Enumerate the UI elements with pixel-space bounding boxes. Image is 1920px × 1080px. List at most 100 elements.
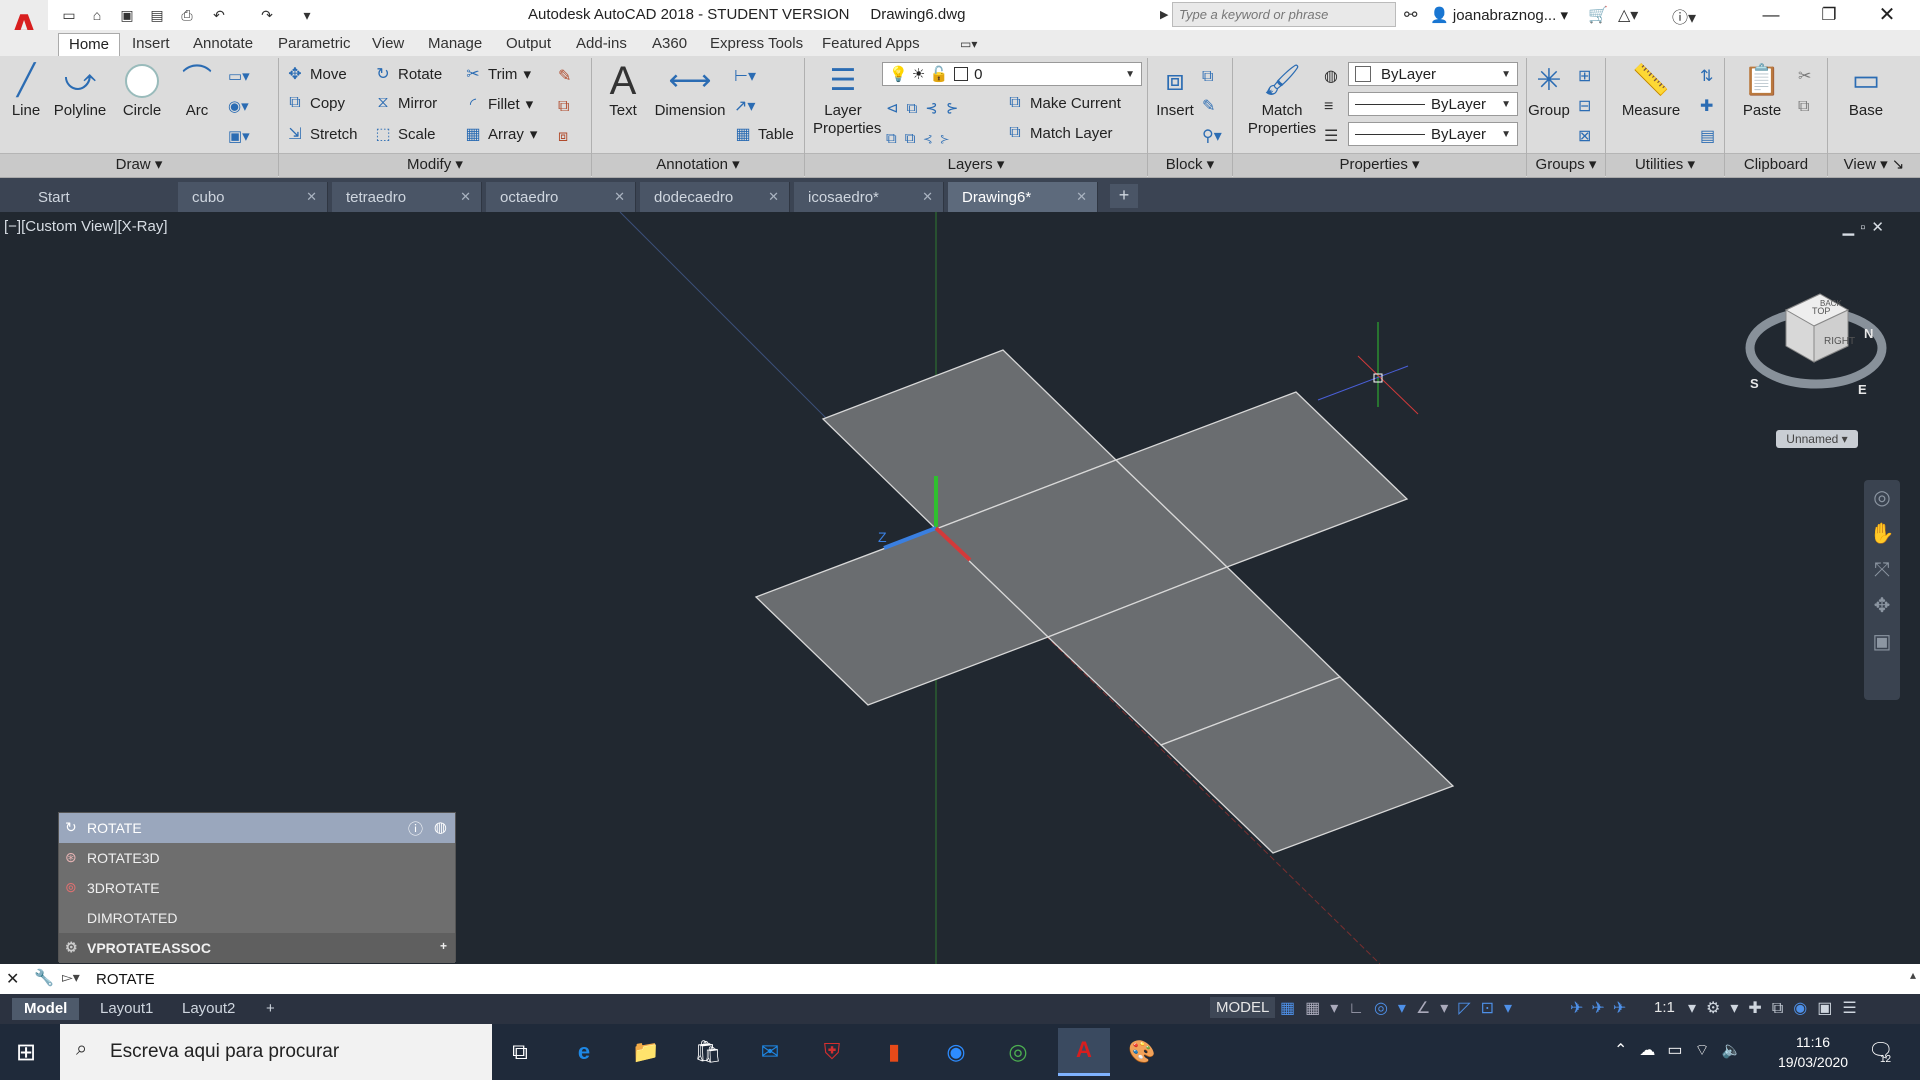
tab-insert[interactable]: Insert (122, 33, 180, 56)
mcafee-icon[interactable]: ⛨ (812, 1034, 852, 1070)
annotation-toggles[interactable]: ✈✈✈ (1570, 998, 1634, 1018)
linetype-dropdown[interactable]: ByLayer ▼ (1348, 92, 1518, 116)
close-tab-icon[interactable]: ✕ (1076, 189, 1087, 205)
close-icon[interactable]: ✕ (6, 969, 19, 989)
redo-icon[interactable]: ↷ (256, 5, 278, 25)
edge-browser-icon[interactable]: e (564, 1034, 604, 1070)
annotation-scale[interactable]: 1:1 (1654, 999, 1675, 1016)
table-button[interactable]: ▦ Table (734, 124, 793, 144)
close-tab-icon[interactable]: ✕ (460, 189, 471, 205)
properties-panel-title[interactable]: Properties ▾ (1233, 153, 1526, 177)
drafting-toggles[interactable]: ▦▦▾∟◎▾∠▾◸⊡▾ (1280, 998, 1522, 1018)
ribbon-minimize-icon[interactable]: ▭▾ (950, 33, 987, 56)
command-history-icon[interactable]: ▴ (1910, 968, 1916, 982)
task-view-icon[interactable]: ⧉ (500, 1034, 540, 1070)
status-tools[interactable]: ▾⚙▾✚⧉◉▣☰ (1688, 998, 1867, 1018)
close-tab-icon[interactable]: ✕ (306, 189, 317, 205)
autocad-taskbar-icon[interactable]: A (1058, 1028, 1110, 1076)
save-as-icon[interactable]: ▤ (146, 5, 168, 25)
customize-icon[interactable]: 🔧 (34, 968, 54, 988)
modify-panel-title[interactable]: Modify ▾ (279, 153, 591, 177)
viewcube[interactable]: TOP RIGHT BACK N S E (1744, 286, 1894, 406)
user-account[interactable]: 👤 joanabraznog... ▾ (1430, 6, 1568, 24)
tab-home[interactable]: Home (58, 33, 121, 56)
command-line[interactable]: ✕ 🔧 ▻▾ ROTATE ▴ (0, 964, 1920, 994)
windows-start-icon[interactable]: ⊞ (16, 1038, 36, 1067)
store-icon[interactable]: 🛍 (688, 1034, 728, 1070)
scale-button[interactable]: ⬚ Scale (374, 124, 435, 144)
qat-menu-icon[interactable]: ▾ (296, 5, 318, 25)
help-icon[interactable]: ⓘ▾ (1672, 4, 1696, 28)
view-panel-title[interactable]: View ▾ ↘ (1828, 153, 1920, 177)
close-tab-icon[interactable]: ✕ (768, 189, 779, 205)
utility-tools[interactable]: ⇅ ✚ ▤ (1700, 62, 1715, 152)
lineweight-dropdown[interactable]: ByLayer ▼ (1348, 122, 1518, 146)
tab-express-tools[interactable]: Express Tools (700, 33, 813, 56)
circle-button[interactable]: Circle (114, 60, 170, 120)
add-layout-icon[interactable]: + (254, 998, 287, 1020)
close-button[interactable]: ✕ (1858, 0, 1916, 30)
model-space-button[interactable]: MODEL (1210, 997, 1276, 1018)
doc-tab-tetraedro[interactable]: tetraedro ✕ (332, 182, 482, 212)
mirror-button[interactable]: ⧖ Mirror (374, 94, 437, 112)
draw-panel-title[interactable]: Draw ▾ (0, 153, 278, 177)
web-search-icon[interactable]: ◍ (434, 818, 447, 836)
chrome-icon[interactable]: ◎ (998, 1034, 1038, 1070)
showmotion-icon[interactable]: ▣ (1864, 624, 1900, 660)
undo-icon[interactable]: ↶ (208, 5, 230, 25)
layer-dropdown[interactable]: 💡 ☀ 🔓 0 ▼ (882, 62, 1142, 86)
tab-annotate[interactable]: Annotate (183, 33, 263, 56)
measure-button[interactable]: 📏 Measure (1612, 60, 1690, 120)
search-expand-icon[interactable]: ▶ (1160, 8, 1168, 21)
mail-icon[interactable]: ✉ (750, 1034, 790, 1070)
steering-wheel-icon[interactable]: ◎ (1864, 480, 1900, 516)
cart-icon[interactable]: 🛒 (1588, 5, 1608, 25)
help-icon[interactable]: ⓘ (408, 818, 423, 839)
insert-button[interactable]: ⧈ Insert (1150, 60, 1200, 120)
clipboard-tools[interactable]: ✂ ⧉ (1798, 62, 1811, 122)
command-prompt-icon[interactable]: ▻▾ (62, 969, 80, 986)
modify-extra-tools[interactable]: ✎ ⧉ ⧈ (558, 62, 571, 152)
layers-panel-title[interactable]: Layers ▾ (805, 153, 1147, 177)
autocomplete-item-dimrotated[interactable]: DIMROTATED (59, 903, 455, 933)
fillet-button[interactable]: ◜ Fillet ▾ (464, 94, 533, 114)
dimension-button[interactable]: ⟷ Dimension (650, 60, 730, 120)
tab-parametric[interactable]: Parametric (268, 33, 361, 56)
paint-app-icon[interactable]: 🎨 (1122, 1034, 1162, 1070)
annotation-panel-title[interactable]: Annotation ▾ (592, 153, 804, 177)
search-input[interactable]: Type a keyword or phrase (1172, 2, 1396, 27)
match-layer-button[interactable]: ⧉ Match Layer (1006, 124, 1112, 142)
open-file-icon[interactable]: ⌂ (86, 5, 108, 25)
system-tray-icons[interactable]: ⌃☁▭⌔🔈 (1614, 1040, 1754, 1060)
arc-button[interactable]: ⌒ Arc (174, 60, 220, 120)
new-file-icon[interactable]: ▭ (58, 5, 80, 25)
block-tools[interactable]: ⧉ ✎ ⚲▾ (1202, 62, 1222, 152)
make-current-button[interactable]: ⧉ Make Current (1006, 94, 1121, 112)
utilities-panel-title[interactable]: Utilities ▾ (1606, 153, 1724, 177)
autocomplete-item-rotate[interactable]: ↻ ROTATE ⓘ ◍ (59, 813, 455, 843)
tab-add-ins[interactable]: Add-ins (566, 33, 637, 56)
print-icon[interactable]: ⎙ (176, 5, 198, 25)
orbit-icon[interactable]: ✥ (1864, 588, 1900, 624)
groups-panel-title[interactable]: Groups ▾ (1527, 153, 1605, 177)
tab-view[interactable]: View (362, 33, 414, 56)
zoom-app-icon[interactable]: ◉ (936, 1034, 976, 1070)
doc-tab-start[interactable]: Start (24, 182, 174, 212)
autocomplete-item-3drotate[interactable]: ⊚ 3DROTATE (59, 873, 455, 903)
tab-a360[interactable]: A360 (642, 33, 697, 56)
restore-button[interactable]: ❐ (1800, 0, 1858, 30)
line-button[interactable]: ╱ Line (4, 60, 48, 120)
new-tab-button[interactable]: + (1110, 184, 1138, 208)
group-button[interactable]: ✳ Group (1528, 60, 1570, 120)
command-input[interactable]: ROTATE (96, 971, 155, 988)
zoom-extents-icon[interactable]: ⤧ (1864, 552, 1900, 588)
close-tab-icon[interactable]: ✕ (922, 189, 933, 205)
layer-tools[interactable]: ⊲⧉⊰⊱ ⧉⧉⊰⊱ (886, 94, 966, 154)
office-icon[interactable]: ▮ (874, 1034, 914, 1070)
polyline-button[interactable]: ⤻ Polyline (50, 60, 110, 120)
move-button[interactable]: ✥ Move (286, 64, 346, 84)
clipboard-panel-title[interactable]: Clipboard (1725, 153, 1827, 177)
doc-tab-icosaedro[interactable]: icosaedro* ✕ (794, 182, 944, 212)
autocomplete-item-vprotateassoc[interactable]: ⚙ VPROTATEASSOC + (59, 933, 455, 963)
doc-tab-dodecaedro[interactable]: dodecaedro ✕ (640, 182, 790, 212)
